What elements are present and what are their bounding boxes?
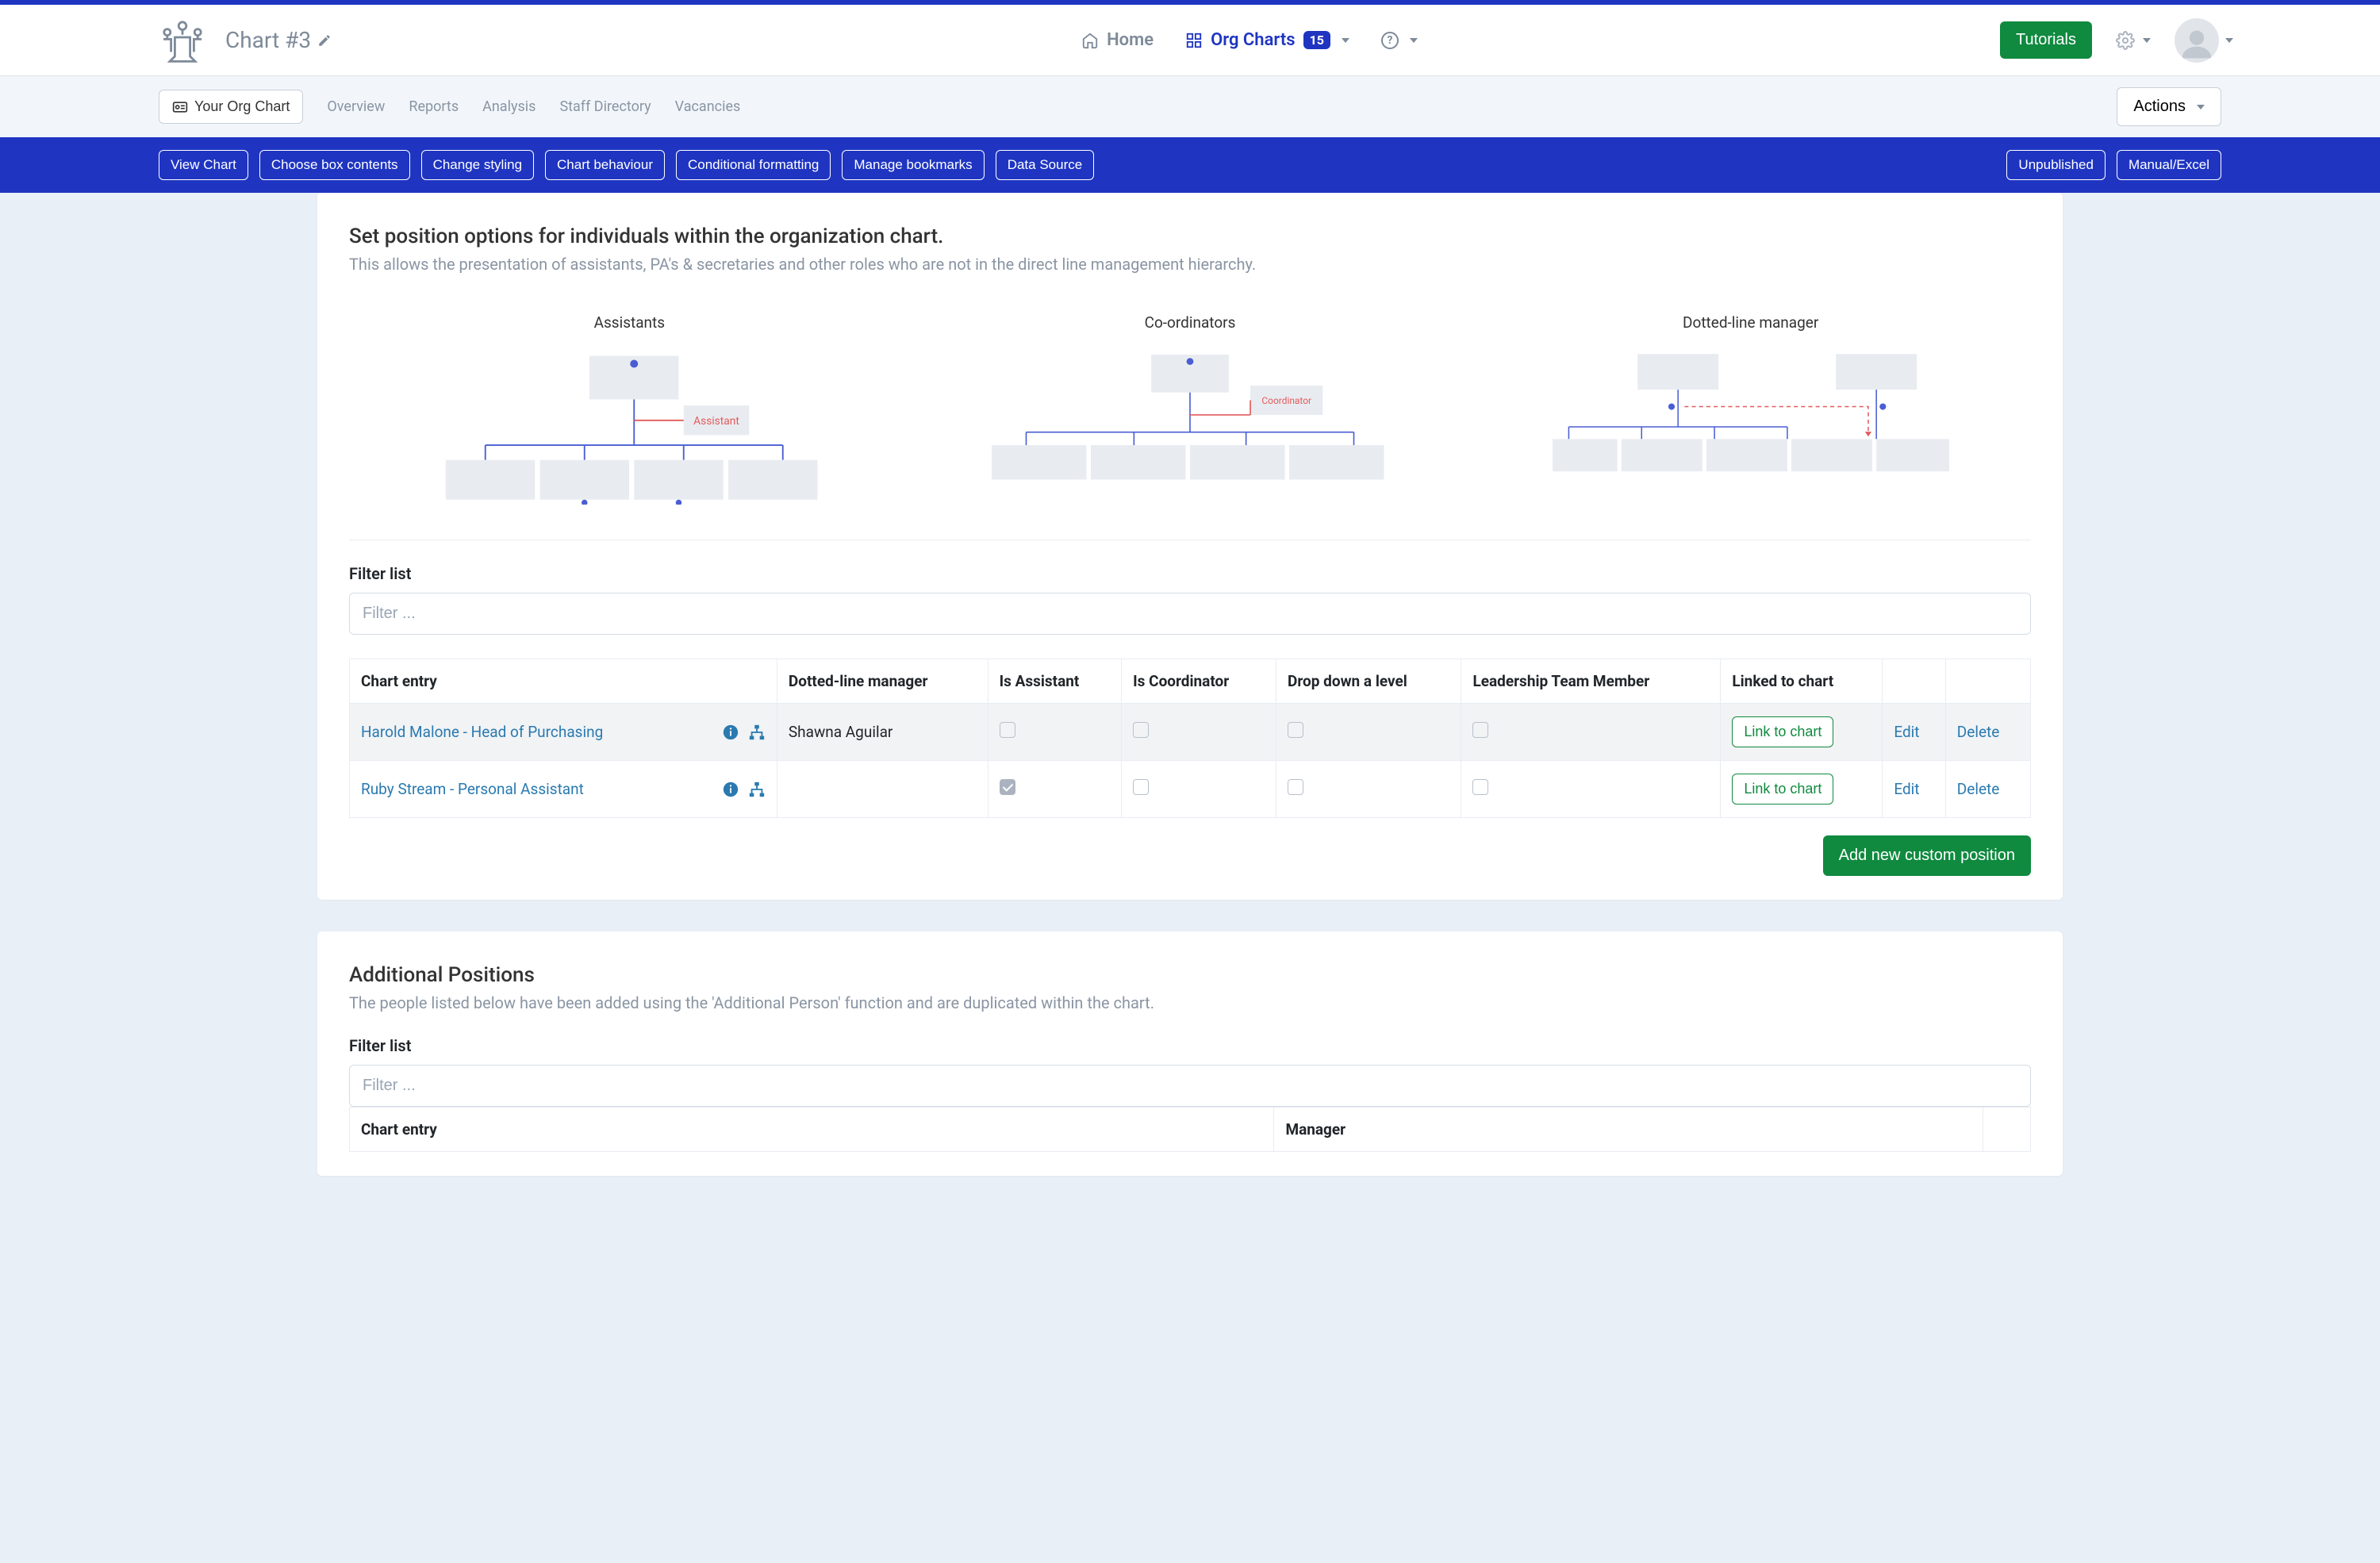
table-row: Ruby Stream - Personal Assistant Link to… [350,761,2031,818]
link-to-chart-button[interactable]: Link to chart [1732,716,1833,747]
subnav-staff-directory[interactable]: Staff Directory [559,98,651,115]
user-menu[interactable] [2175,18,2233,63]
avatar [2175,18,2219,63]
diagram-dotted-manager [1553,346,1949,475]
additional-table: Chart entry Manager [349,1107,2031,1152]
home-icon [1081,32,1099,49]
dotted-manager-cell: Shawna Aguilar [777,704,988,761]
chart-entry-link[interactable]: Ruby Stream - Personal Assistant [361,780,584,798]
hierarchy-icon[interactable] [748,781,766,798]
col-linked: Linked to chart [1721,659,1883,704]
chevron-down-icon [2143,38,2151,43]
help-icon: ? [1381,32,1399,49]
table-row: Harold Malone - Head of Purchasing Shawn… [350,704,2031,761]
col-manager: Manager [1274,1108,1983,1152]
main-header: Chart #3 Home Org Charts 15 ? Tutorials [0,5,2380,76]
app-logo-icon [151,17,214,64]
toolbar-unpublished[interactable]: Unpublished [2006,150,2106,180]
nav-help[interactable]: ? [1381,32,1418,49]
position-options-card: Set position options for individuals wit… [317,193,2063,900]
chevron-down-icon [2225,38,2233,43]
toolbar-view-chart[interactable]: View Chart [159,150,248,180]
hierarchy-icon[interactable] [748,724,766,741]
gear-icon [2116,31,2135,50]
section-subtitle: This allows the presentation of assistan… [349,255,2031,274]
toolbar-manual-excel[interactable]: Manual/Excel [2117,150,2221,180]
toolbar: View Chart Choose box contents Change st… [0,137,2380,193]
chart-title: Chart #3 [225,27,311,53]
toolbar-choose-box[interactable]: Choose box contents [259,150,410,180]
toolbar-chart-behaviour[interactable]: Chart behaviour [545,150,665,180]
org-charts-count-badge: 15 [1303,31,1330,49]
tutorials-button[interactable]: Tutorials [2000,21,2092,59]
checkbox-coordinator[interactable] [1133,722,1149,738]
filter-label: Filter list [349,564,2031,583]
additional-positions-card: Additional Positions The people listed b… [317,931,2063,1176]
filter-input[interactable] [349,593,2031,635]
svg-text:Assistant: Assistant [693,415,739,428]
subnav-overview[interactable]: Overview [327,98,385,115]
filter-label: Filter list [349,1036,2031,1055]
delete-link[interactable]: Delete [1957,780,2000,798]
subnav-analysis[interactable]: Analysis [482,98,536,115]
section-title: Set position options for individuals wit… [349,225,2031,248]
subnav-vacancies[interactable]: Vacancies [675,98,741,115]
chevron-down-icon [1410,38,1418,43]
section-subtitle: The people listed below have been added … [349,993,2031,1012]
toolbar-data-source[interactable]: Data Source [996,150,1095,180]
toolbar-manage-bookmarks[interactable]: Manage bookmarks [842,150,984,180]
card-icon [172,99,188,115]
settings-menu[interactable] [2116,31,2151,50]
delete-link[interactable]: Delete [1957,723,2000,741]
chevron-down-icon [1342,38,1349,43]
positions-table: Chart entry Dotted-line manager Is Assis… [349,659,2031,818]
checkbox-coordinator[interactable] [1133,779,1149,795]
col-drop-level: Drop down a level [1276,659,1461,704]
toolbar-conditional-formatting[interactable]: Conditional formatting [676,150,831,180]
checkbox-drop-level[interactable] [1288,779,1303,795]
col-is-coordinator: Is Coordinator [1122,659,1276,704]
checkbox-assistant[interactable] [1000,779,1015,795]
chevron-down-icon [2197,105,2205,109]
subnav-reports[interactable]: Reports [409,98,459,115]
toolbar-change-styling[interactable]: Change styling [421,150,534,180]
col-chart-entry: Chart entry [350,1108,1274,1152]
checkbox-drop-level[interactable] [1288,722,1303,738]
actions-dropdown[interactable]: Actions [2117,87,2221,126]
col-is-assistant: Is Assistant [988,659,1122,704]
chart-entry-link[interactable]: Harold Malone - Head of Purchasing [361,723,603,741]
col-leadership: Leadership Team Member [1461,659,1721,704]
nav-org-charts[interactable]: Org Charts 15 [1185,30,1349,50]
diagram-label-coordinators: Co-ordinators [910,313,1471,332]
edit-link[interactable]: Edit [1894,780,1919,798]
checkbox-assistant[interactable] [1000,722,1015,738]
add-custom-position-button[interactable]: Add new custom position [1823,835,2031,876]
nav-home[interactable]: Home [1081,30,1154,50]
col-dotted-manager: Dotted-line manager [777,659,988,704]
svg-text:Coordinator: Coordinator [1261,395,1311,406]
link-to-chart-button[interactable]: Link to chart [1732,774,1833,805]
info-icon[interactable] [722,781,739,798]
grid-icon [1185,32,1203,49]
dotted-manager-cell [777,761,988,818]
diagram-assistants: Assistant [431,346,827,505]
checkbox-leadership[interactable] [1472,722,1488,738]
your-org-chart-button[interactable]: Your Org Chart [159,90,303,124]
diagram-label-assistants: Assistants [349,313,910,332]
diagram-label-dotted: Dotted-line manager [1470,313,2031,332]
info-icon[interactable] [722,724,739,741]
diagram-coordinators: Coordinator [992,346,1388,484]
section-title: Additional Positions [349,963,2031,987]
sub-nav: Your Org Chart Overview Reports Analysis… [0,76,2380,137]
filter-input-additional[interactable] [349,1065,2031,1107]
edit-title-icon[interactable] [317,33,332,48]
edit-link[interactable]: Edit [1894,723,1919,741]
checkbox-leadership[interactable] [1472,779,1488,795]
col-chart-entry: Chart entry [350,659,777,704]
